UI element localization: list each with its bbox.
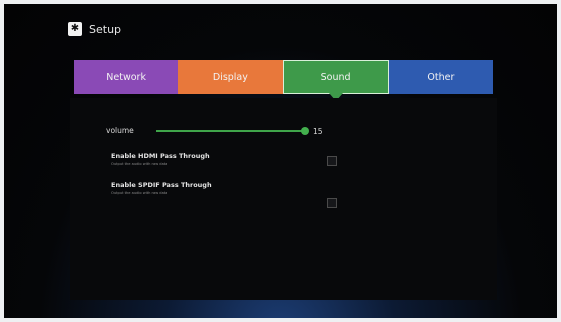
page-title: Setup: [89, 22, 122, 36]
settings-icon: ✱: [68, 22, 82, 36]
volume-slider-fill: [156, 130, 305, 132]
sound-settings-panel: volume 15 Enable HDMI Pass Through Outpu…: [70, 98, 497, 300]
tab-sound-label: Sound: [320, 71, 351, 83]
spdif-passthrough-checkbox[interactable]: [327, 198, 337, 208]
tab-network[interactable]: Network: [74, 60, 179, 94]
volume-slider[interactable]: [156, 127, 309, 135]
tv-screen: ✱ Setup Network Display Sound Other volu…: [4, 4, 557, 318]
volume-value: 15: [313, 127, 323, 136]
tab-bar: Network Display Sound Other: [74, 60, 493, 101]
tab-sound[interactable]: Sound: [282, 60, 389, 101]
tab-other[interactable]: Other: [388, 60, 493, 94]
header: ✱ Setup: [68, 22, 121, 36]
spdif-passthrough-subtitle: Output the audio with raw data: [111, 191, 168, 195]
spdif-passthrough-title: Enable SPDIF Pass Through: [111, 181, 212, 189]
tab-display[interactable]: Display: [178, 60, 283, 94]
hdmi-passthrough-title: Enable HDMI Pass Through: [111, 152, 210, 160]
hdmi-passthrough-subtitle: Output the audio with raw data: [111, 162, 168, 166]
hdmi-passthrough-checkbox[interactable]: [327, 156, 337, 166]
volume-label: volume: [106, 126, 134, 135]
volume-slider-thumb[interactable]: [301, 127, 309, 135]
